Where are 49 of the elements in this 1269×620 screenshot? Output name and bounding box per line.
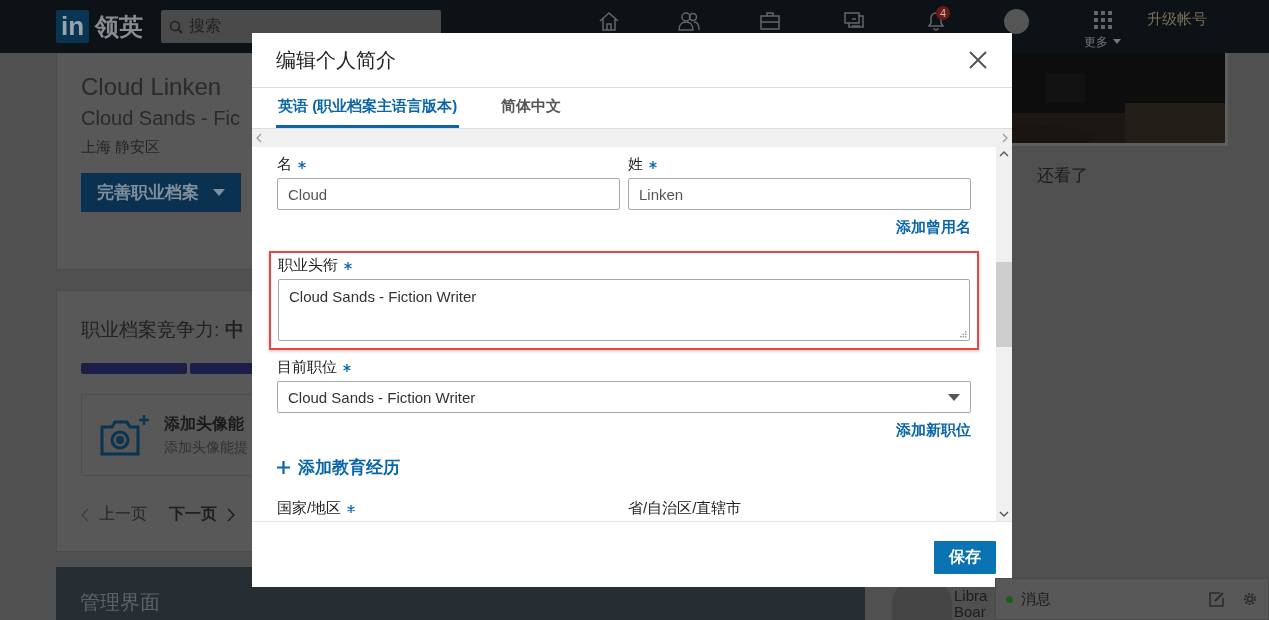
upgrade-link[interactable]: 升级帐号 [1147, 10, 1207, 29]
compose-icon[interactable] [1209, 591, 1224, 607]
bell-icon[interactable] [925, 10, 947, 32]
field-label: 职业头衔 [278, 256, 338, 275]
more-menu[interactable]: 更多 [1084, 34, 1108, 51]
caret-icon [1113, 39, 1121, 44]
logo[interactable]: in [56, 10, 89, 43]
scrollbar-thumb[interactable] [996, 261, 1012, 347]
add-position-link[interactable]: 添加新职位 [896, 421, 971, 440]
briefcase-icon[interactable] [759, 10, 781, 32]
notification-badge: 4 [936, 6, 951, 20]
save-button[interactable]: 保存 [934, 541, 996, 574]
grid-icon[interactable] [1093, 10, 1115, 32]
field-label: 姓 [628, 155, 643, 174]
add-former-name-link[interactable]: 添加曾用名 [896, 218, 971, 237]
caret-icon [948, 393, 960, 401]
close-button[interactable] [968, 50, 988, 70]
chevron-up-icon [999, 151, 1009, 157]
complete-profile-button[interactable]: 完善职业档案 [81, 173, 241, 212]
field-label: 目前职位 [277, 358, 337, 377]
close-icon [968, 50, 988, 70]
language-tab[interactable]: 简体中文 [499, 88, 564, 128]
add-education-link[interactable]: 添加教育经历 [277, 456, 400, 479]
headline-textarea[interactable]: Cloud Sands - Fiction Writer [278, 279, 970, 341]
chevron-right-icon [1002, 133, 1008, 143]
brand-name: 领英 [95, 11, 143, 42]
resize-grip-icon [960, 331, 967, 338]
camera-plus-icon [100, 414, 150, 456]
chevron-down-icon [999, 511, 1009, 517]
field-label: 国家/地区 [277, 499, 342, 518]
field-label: 省/自治区/直辖市 [628, 499, 742, 518]
caret-icon [213, 189, 225, 196]
horizontal-scrollbar[interactable] [252, 129, 1012, 147]
chevron-left-icon [256, 133, 262, 143]
text-field[interactable]: Cloud [277, 178, 620, 210]
position-dropdown[interactable]: Cloud Sands - Fiction Writer [277, 381, 971, 413]
tip-title: 添加头像能 [164, 413, 245, 434]
chevron-right-icon [227, 507, 235, 522]
people-icon[interactable] [678, 10, 700, 32]
vertical-scrollbar[interactable] [996, 147, 1012, 521]
settings-icon[interactable] [1242, 591, 1258, 607]
text-field[interactable]: Linken [628, 178, 971, 210]
plus-icon [277, 461, 290, 474]
avatar[interactable] [1004, 9, 1029, 34]
home-icon[interactable] [598, 10, 620, 32]
field-label: 名 [277, 155, 292, 174]
chevron-left-icon [81, 507, 89, 522]
dialog-title: 编辑个人简介 [276, 47, 396, 73]
search-icon [169, 19, 183, 34]
